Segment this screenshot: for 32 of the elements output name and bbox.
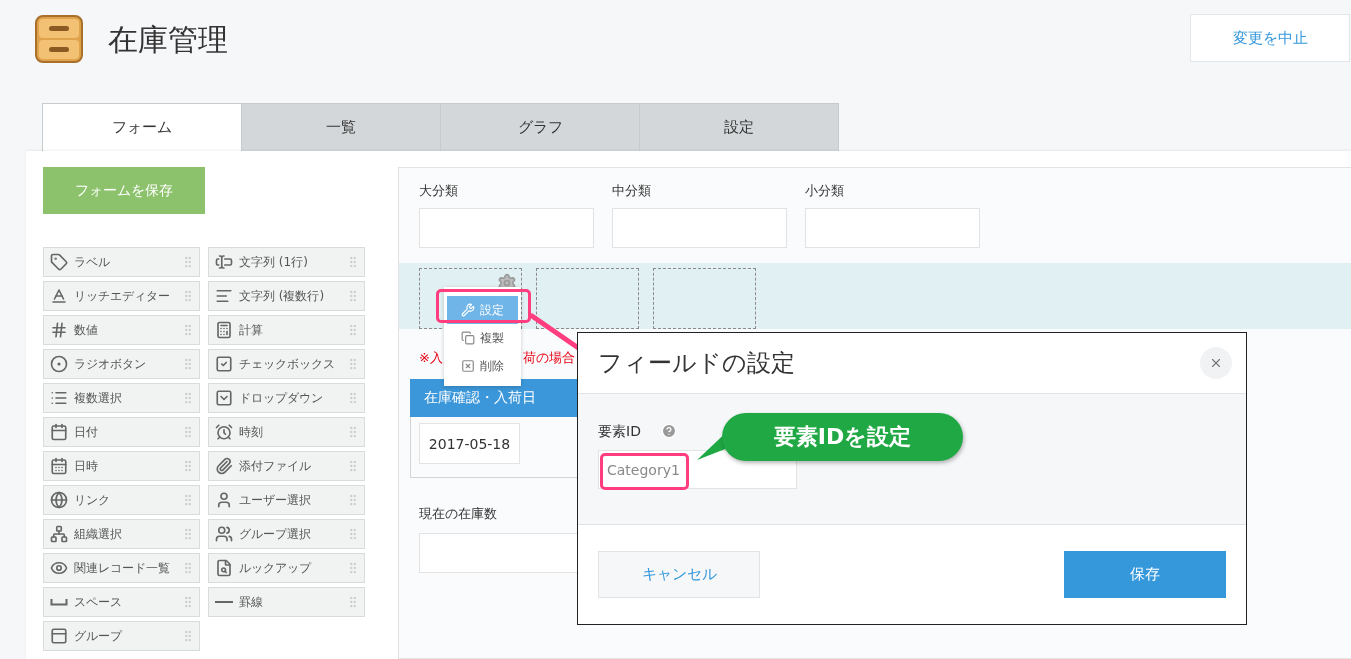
palette-label: 日時 xyxy=(74,457,99,475)
palette-label: リッチエディター xyxy=(74,287,171,305)
palette-label: チェックボックス xyxy=(239,355,336,373)
palette-label: グループ選択 xyxy=(239,525,312,543)
dialog-title: フィールドの設定 xyxy=(598,348,796,379)
field-label: 中分類 xyxy=(612,182,652,200)
palette-label: 罫線 xyxy=(239,593,264,611)
palette-label: ラベル xyxy=(74,253,111,271)
palette-label: スペース xyxy=(74,593,123,611)
palette-label: 文字列 (複数行) xyxy=(239,287,326,305)
field-label: 要素ID xyxy=(598,422,641,440)
palette-label: グループ xyxy=(74,627,124,645)
palette-label: 複数選択 xyxy=(74,389,123,407)
app-title: 在庫管理 xyxy=(108,21,228,59)
field-label: 現在の在庫数 xyxy=(419,506,497,521)
palette-label: 数値 xyxy=(74,321,99,339)
note-text: ※入 xyxy=(419,349,443,367)
palette-label: ルックアップ xyxy=(239,559,313,577)
palette-label: 計算 xyxy=(239,321,264,339)
palette-label: ドロップダウン xyxy=(239,389,324,407)
palette-label: 日付 xyxy=(74,423,99,441)
palette-label: 時刻 xyxy=(239,423,264,441)
palette-label: 関連レコード一覧 xyxy=(74,559,171,577)
field-label: 大分類 xyxy=(419,182,459,200)
palette-label: 組織選択 xyxy=(74,525,123,543)
note-text: 荷の場合 xyxy=(522,349,575,367)
palette-label: 添付ファイル xyxy=(239,457,312,475)
palette-label: ユーザー選択 xyxy=(239,491,312,509)
palette-label: リンク xyxy=(74,491,111,509)
field-label: 小分類 xyxy=(805,182,845,200)
palette-label: 文字列 (1行) xyxy=(239,253,309,271)
palette-label: ラジオボタン xyxy=(74,355,147,373)
